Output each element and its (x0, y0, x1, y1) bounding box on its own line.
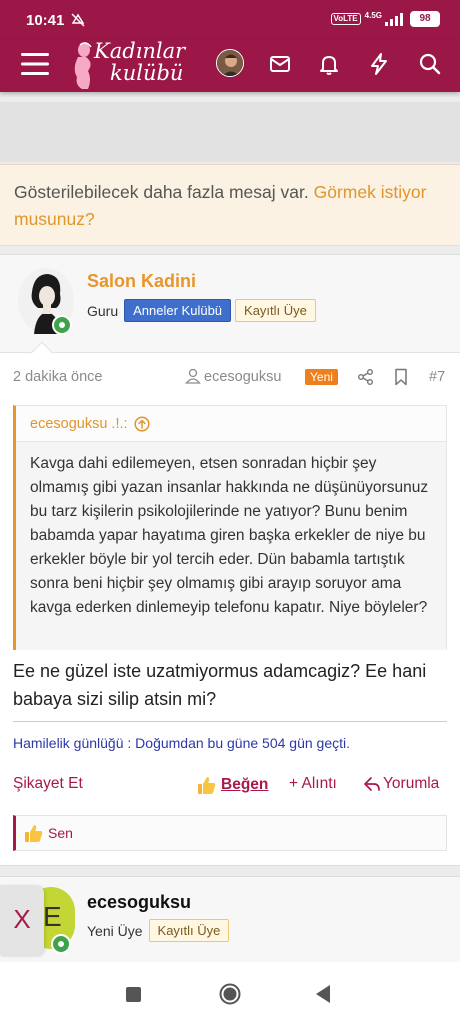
reply-button[interactable]: Yorumla (363, 775, 439, 793)
post-body: Ee ne güzel iste uzatmiyormus adamcagiz?… (13, 661, 427, 709)
do-not-disturb-icon (71, 13, 85, 27)
status-time: 10:41 (26, 12, 65, 29)
back-icon[interactable] (314, 984, 332, 1004)
logo-line-2: kulübü (110, 61, 184, 85)
home-icon[interactable] (219, 983, 241, 1005)
reactions-text: Sen (48, 825, 73, 841)
next-post-header: E ecesoguksu Yeni Üye Kayıtlı Üye (0, 876, 460, 962)
system-nav-bar (0, 962, 460, 1024)
report-button[interactable]: Şikayet Et (13, 775, 83, 793)
quote-header[interactable]: ecesoguksu .!.: (16, 406, 446, 442)
quote-button[interactable]: + Alıntı (289, 775, 337, 793)
post-actions: Şikayet Et Beğen + Alıntı Yorumla (13, 771, 447, 797)
share-icon[interactable] (357, 368, 375, 386)
signal-icon (385, 13, 403, 26)
new-badge: Yeni (305, 369, 338, 385)
post-time[interactable]: 2 dakika önce (13, 369, 102, 385)
more-messages-notice: Gösterilebilecek daha fazla mesaj var. G… (0, 164, 460, 246)
user-badge-group: Anneler Kulübü (124, 299, 232, 322)
user-badge-registered: Kayıtlı Üye (235, 299, 316, 322)
arrow-up-circle-icon[interactable] (133, 415, 150, 432)
site-logo[interactable]: Kadınlar kulübü (70, 40, 198, 92)
bookmark-icon[interactable] (393, 368, 409, 386)
online-indicator (51, 934, 71, 954)
reply-label: Yorumla (383, 775, 440, 792)
avatar-photo-icon (217, 50, 243, 76)
quote-block: ecesoguksu .!.: Kavga dahi edilemeyen, e… (13, 405, 447, 650)
bell-icon[interactable] (317, 52, 341, 76)
thumbs-up-icon (25, 825, 43, 842)
quote-text: Kavga dahi edilemeyen, etsen sonradan hi… (30, 455, 429, 616)
notice-text: Gösterilebilecek daha fazla mesaj var. (14, 182, 309, 202)
user-rank: Guru (87, 302, 119, 319)
post-meta: 2 dakika önce ecesoguksu Yeni #7 (13, 367, 447, 389)
post-signature[interactable]: Hamilelik günlüğü : Doğumdan bu güne 504… (13, 735, 350, 751)
status-icons: VoLTE 4.5G 98 (330, 11, 440, 27)
bolt-icon[interactable] (367, 52, 391, 76)
status-bar: 10:41 VoLTE 4.5G 98 (0, 0, 460, 40)
avatar-letter: E (43, 901, 62, 932)
search-icon[interactable] (418, 52, 442, 76)
post: Salon Kadini Guru Anneler Kulübü Kayıtlı… (0, 254, 460, 866)
online-indicator (52, 315, 72, 335)
thumbs-up-icon (198, 777, 216, 794)
logo-line-1: Kadınlar (94, 39, 186, 63)
reactions-bar[interactable]: Sen (13, 815, 447, 851)
battery-icon: 98 (410, 11, 440, 27)
thread-author-icon (185, 368, 201, 384)
next-post-author-meta: Yeni Üye Kayıtlı Üye (87, 919, 230, 942)
like-button[interactable]: Beğen (197, 775, 268, 795)
network-type: 4.5G (364, 11, 382, 20)
thread-author-name[interactable]: ecesoguksu (204, 369, 281, 385)
post-user-header: Salon Kadini Guru Anneler Kulübü Kayıtlı… (0, 255, 460, 353)
like-label: Beğen (221, 776, 269, 793)
quote-author[interactable]: ecesoguksu .!.: (30, 416, 128, 432)
next-post-author-name[interactable]: ecesoguksu (87, 892, 191, 913)
logo-text: Kadınlar kulübü (94, 40, 185, 84)
post-author-meta: Guru Anneler Kulübü Kayıtlı Üye (87, 299, 316, 322)
volte-indicator: VoLTE (330, 13, 361, 25)
post-number[interactable]: #7 (429, 369, 445, 385)
content-spacer (0, 102, 460, 162)
reply-icon (364, 777, 380, 791)
user-avatar[interactable] (216, 49, 244, 77)
app-bar: Kadınlar kulübü (0, 40, 460, 92)
user-rank: Yeni Üye (87, 922, 143, 939)
signature-divider (13, 721, 447, 722)
post-author-name[interactable]: Salon Kadini (87, 271, 196, 292)
menu-icon[interactable] (20, 51, 50, 77)
user-badge-registered: Kayıtlı Üye (148, 919, 230, 942)
close-ad-button[interactable]: X (0, 885, 44, 955)
mail-icon[interactable] (268, 52, 292, 76)
recents-button[interactable] (126, 987, 141, 1002)
logo-figure-icon (74, 42, 92, 89)
